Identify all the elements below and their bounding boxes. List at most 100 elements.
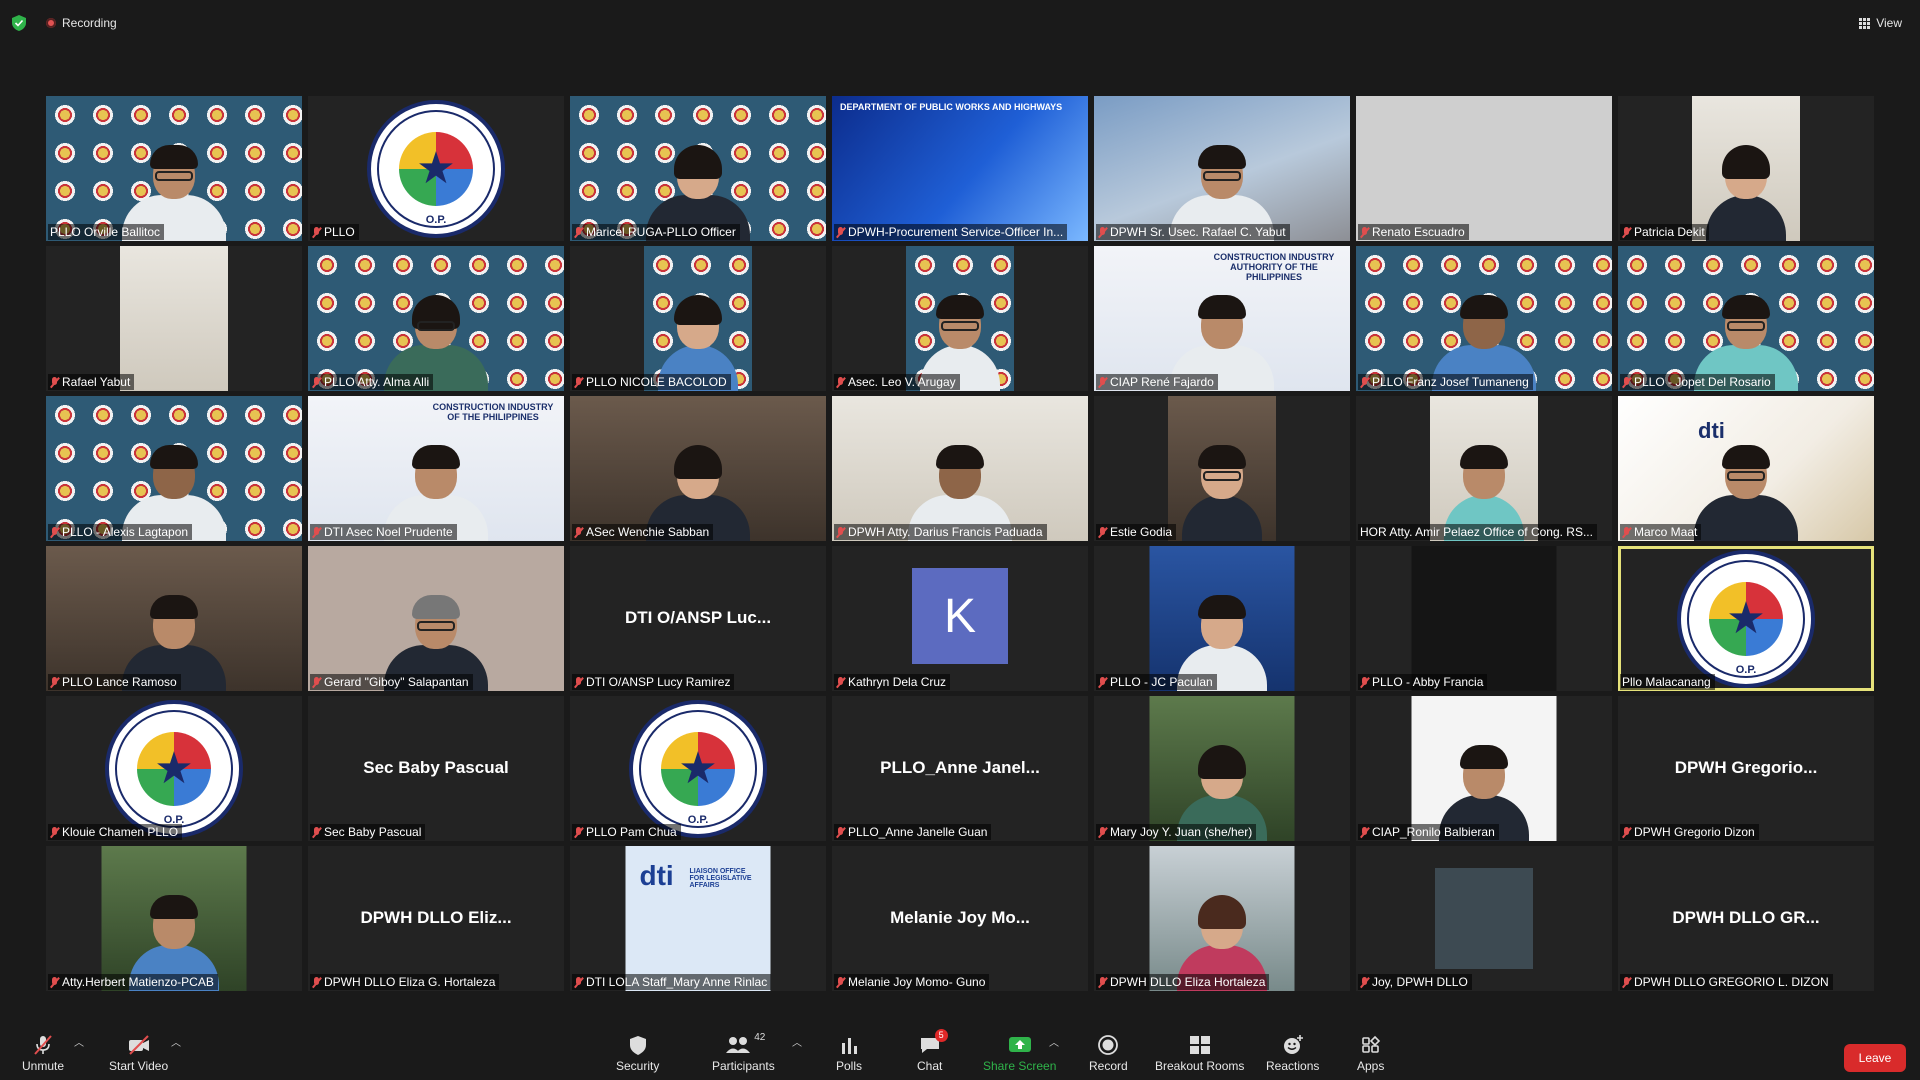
participant-tile[interactable]: dti Marco Maat [1618, 396, 1874, 541]
participant-tile[interactable]: Patricia Dekit [1618, 96, 1874, 241]
record-button[interactable]: Record [1089, 1034, 1128, 1073]
participant-tile[interactable]: Maricel RUGA-PLLO Officer [570, 96, 826, 241]
mic-muted-icon [574, 676, 583, 688]
participant-tile[interactable]: DPWH Sr. Usec. Rafael C. Yabut [1094, 96, 1350, 241]
participant-tile[interactable]: DPWH DLLO Eliz... DPWH DLLO Eliza G. Hor… [308, 846, 564, 991]
participant-tile[interactable]: Sec Baby Pascual Sec Baby Pascual [308, 696, 564, 841]
participant-name-tag: Patricia Dekit [1620, 224, 1709, 240]
polls-button[interactable]: Polls [836, 1034, 862, 1073]
participant-tile[interactable]: DPWH Gregorio... DPWH Gregorio Dizon [1618, 696, 1874, 841]
security-button[interactable]: Security [616, 1034, 659, 1073]
participant-tile[interactable]: Joy, DPWH DLLO [1356, 846, 1612, 991]
participant-tile[interactable]: Rafael Yabut [46, 246, 302, 391]
mic-muted-icon [1098, 376, 1107, 388]
mic-muted-icon [1098, 976, 1107, 988]
participant-name-tag: Sec Baby Pascual [310, 824, 426, 840]
participant-name-tag: PLLO Atty. Alma Alli [310, 374, 434, 390]
participant-name-tag: PLLO [310, 224, 359, 240]
participant-tile[interactable]: PLLO - Abby Francia [1356, 546, 1612, 691]
share-screen-button[interactable]: Share Screen [983, 1034, 1056, 1073]
participant-tile[interactable]: PLLO Orville Ballitoc [46, 96, 302, 241]
participants-button[interactable]: 42 Participants [712, 1032, 775, 1073]
participant-tile[interactable]: ★ O.P. PLLO Pam Chua [570, 696, 826, 841]
reactions-smiley-icon [1283, 1035, 1303, 1054]
virtual-background-banner: CONSTRUCTION INDUSTRY OF THE PHILIPPINES [432, 402, 554, 422]
view-button[interactable]: View [1859, 16, 1902, 30]
participant-tile[interactable]: DEPARTMENT OF PUBLIC WORKS AND HIGHWAYS … [832, 96, 1088, 241]
share-options-caret-icon[interactable]: ︿ [1049, 1034, 1059, 1049]
participant-name-tag: Maricel RUGA-PLLO Officer [572, 224, 740, 240]
participant-name-tag: Pllo Malacanang [1620, 674, 1715, 690]
participant-tile[interactable]: ★ O.P. PLLO [308, 96, 564, 241]
participant-name-tag: DPWH DLLO Eliza Hortaleza [1096, 974, 1270, 990]
participant-name-tag: DTI LOLA Staff_Mary Anne Rinlac [572, 974, 772, 990]
leave-button[interactable]: Leave [1844, 1044, 1906, 1072]
shield-icon [629, 1036, 646, 1055]
participant-name-tag: Gerard "Giboy" Salapantan [310, 674, 473, 690]
participant-tile[interactable]: PLLO - Alexis Lagtapon [46, 396, 302, 541]
reactions-button[interactable]: Reactions [1266, 1034, 1319, 1073]
chat-button[interactable]: 5 Chat [917, 1029, 948, 1073]
participant-tile[interactable]: Melanie Joy Mo... Melanie Joy Momo- Guno [832, 846, 1088, 991]
participant-tile[interactable]: CIAP_Ronilo Balbieran [1356, 696, 1612, 841]
mic-muted-icon [312, 976, 321, 988]
participants-options-caret-icon[interactable]: ︿ [792, 1034, 802, 1049]
mic-muted-icon [312, 376, 321, 388]
breakout-rooms-button[interactable]: Breakout Rooms [1155, 1034, 1244, 1073]
mic-muted-icon [836, 826, 845, 838]
participant-name-tag: PLLO_Anne Janelle Guan [834, 824, 992, 840]
apps-button[interactable]: Apps [1357, 1034, 1384, 1073]
participant-tile[interactable]: DTI O/ANSP Luc... DTI O/ANSP Lucy Ramire… [570, 546, 826, 691]
participant-tile[interactable]: DPWH DLLO GR... DPWH DLLO GREGORIO L. DI… [1618, 846, 1874, 991]
participant-name-tag: DPWH Atty. Darius Francis Paduada [834, 524, 1047, 540]
mic-muted-icon [574, 526, 583, 538]
participant-tile[interactable]: PLLO Atty. Alma Alli [308, 246, 564, 391]
mic-muted-icon [1622, 376, 1631, 388]
participant-tile[interactable]: PLLO_Anne Janel... PLLO_Anne Janelle Gua… [832, 696, 1088, 841]
participant-display-name: PLLO_Anne Janel... [880, 758, 1040, 777]
participant-tile[interactable]: PLLO - Jopet Del Rosario [1618, 246, 1874, 391]
recording-indicator[interactable]: Recording [46, 16, 117, 30]
mic-muted-icon [1360, 826, 1369, 838]
participant-tile[interactable]: DPWH DLLO Eliza Hortaleza [1094, 846, 1350, 991]
start-video-button[interactable]: Start Video [109, 1034, 168, 1073]
participant-name-tag: PLLO Orville Ballitoc [48, 224, 165, 240]
mic-muted-icon [836, 676, 845, 688]
participant-tile[interactable]: Estie Godia [1094, 396, 1350, 541]
participant-tile[interactable]: DPWH Atty. Darius Francis Paduada [832, 396, 1088, 541]
participant-name-tag: PLLO - JC Paculan [1096, 674, 1217, 690]
participant-tile[interactable]: HOR Atty. Amir Pelaez Office of Cong. RS… [1356, 396, 1612, 541]
participant-tile[interactable]: Atty.Herbert Matienzo-PCAB [46, 846, 302, 991]
top-bar: Recording View [0, 0, 1920, 44]
shield-icon[interactable] [12, 15, 26, 31]
participant-tile[interactable]: PLLO Lance Ramoso [46, 546, 302, 691]
participant-tile[interactable]: dti LIAISON OFFICE FOR LEGISLATIVE AFFAI… [570, 846, 826, 991]
participant-name-tag: HOR Atty. Amir Pelaez Office of Cong. RS… [1358, 524, 1597, 540]
participant-tile[interactable]: Renato Escuadro [1356, 96, 1612, 241]
audio-options-caret-icon[interactable]: ︿ [74, 1034, 84, 1049]
mic-muted-icon [312, 676, 321, 688]
participant-name-tag: DPWH Gregorio Dizon [1620, 824, 1759, 840]
mic-muted-icon [50, 376, 59, 388]
polls-icon [842, 1038, 857, 1054]
participant-tile[interactable]: Asec. Leo V. Arugay [832, 246, 1088, 391]
participant-tile[interactable]: PLLO NICOLE BACOLOD [570, 246, 826, 391]
participant-name-tag: Klouie Chamen PLLO [48, 824, 183, 840]
participant-tile[interactable]: K Kathryn Dela Cruz [832, 546, 1088, 691]
participant-tile[interactable]: CONSTRUCTION INDUSTRY OF THE PHILIPPINES… [308, 396, 564, 541]
participant-name-tag: Joy, DPWH DLLO [1358, 974, 1472, 990]
participant-tile[interactable]: CONSTRUCTION INDUSTRY AUTHORITY OF THE P… [1094, 246, 1350, 391]
participants-count: 42 [754, 1032, 766, 1043]
participant-tile[interactable]: ASec Wenchie Sabban [570, 396, 826, 541]
mic-muted-icon [574, 826, 583, 838]
participant-tile[interactable]: PLLO - JC Paculan [1094, 546, 1350, 691]
participant-tile[interactable]: ★ O.P. Klouie Chamen PLLO [46, 696, 302, 841]
participant-tile[interactable]: Gerard "Giboy" Salapantan [308, 546, 564, 691]
video-options-caret-icon[interactable]: ︿ [171, 1034, 181, 1049]
unmute-button[interactable]: Unmute [22, 1034, 64, 1073]
participant-name-tag: Rafael Yabut [48, 374, 135, 390]
participant-name-tag: CIAP René Fajardo [1096, 374, 1218, 390]
participant-tile-active-speaker[interactable]: ★ O.P. Pllo Malacanang [1618, 546, 1874, 691]
participant-tile[interactable]: Mary Joy Y. Juan (she/her) [1094, 696, 1350, 841]
participant-tile[interactable]: PLLO Franz Josef Tumaneng [1356, 246, 1612, 391]
